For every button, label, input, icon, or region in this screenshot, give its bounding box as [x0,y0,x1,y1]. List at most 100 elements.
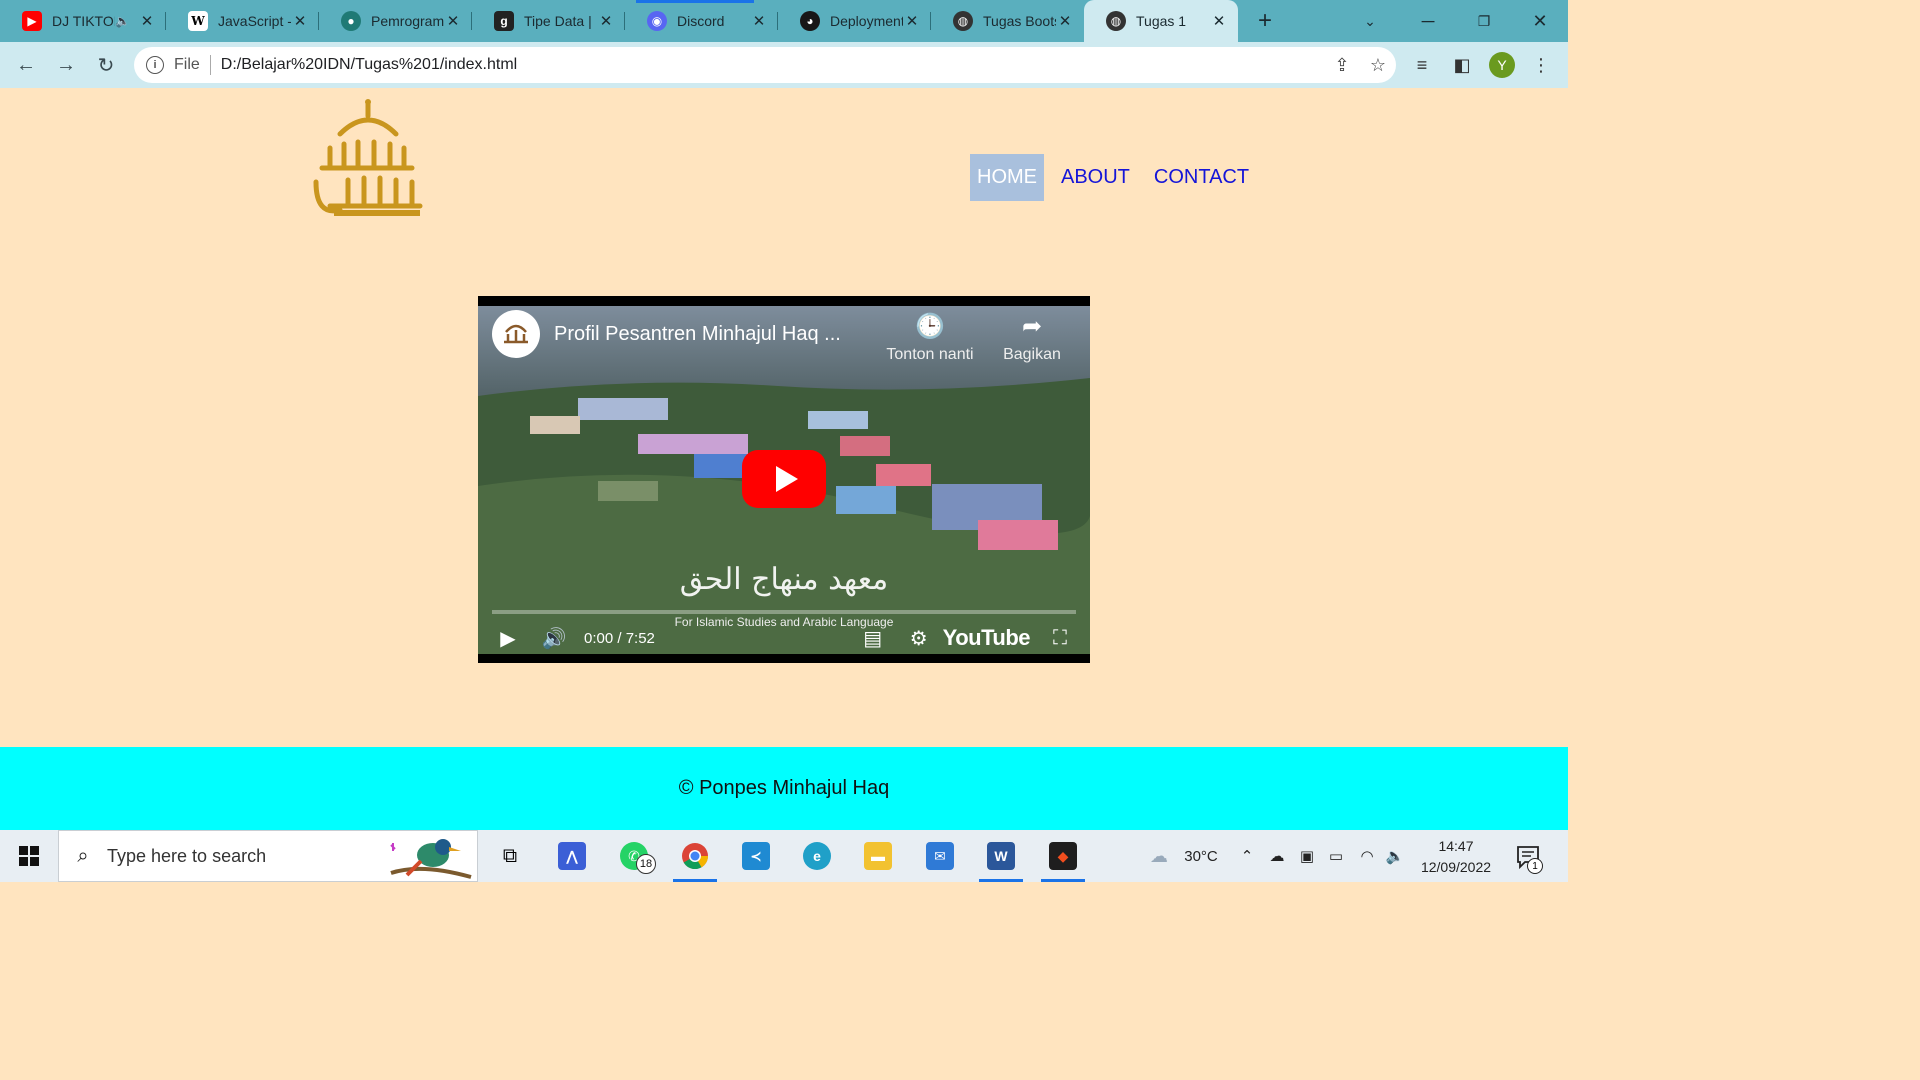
profile-avatar[interactable]: Y [1489,52,1515,78]
subtitles-icon[interactable]: ▤ [857,626,889,651]
globe-icon: ◍ [1106,11,1126,31]
globe-icon: ◍ [953,11,973,31]
web-page: HOME ABOUT CONTACT Profil Pesantren Minh… [0,88,1568,830]
start-button[interactable] [0,830,58,882]
side-panel-icon[interactable]: ◧ [1444,42,1480,88]
tab-dj-tiktok[interactable]: ▶ DJ TIKTOK 🔈 ✕ [0,0,166,42]
share-arrow-icon: ➦ [1021,313,1043,340]
meet-now-icon[interactable]: ▣ [1294,830,1320,882]
nav-contact-link[interactable]: CONTACT [1147,154,1256,201]
footer-copyright: © Ponpes Minhajul Haq [678,777,890,799]
close-tab-icon[interactable]: ✕ [750,12,768,30]
back-icon[interactable]: ← [8,42,44,88]
youtube-embed[interactable]: Profil Pesantren Minhajul Haq ... 🕒 Tont… [478,296,1090,663]
battery-icon[interactable]: ▭ [1322,830,1350,882]
figma-app-icon[interactable]: ◆ [1035,830,1091,882]
search-placeholder: Type here to search [107,845,267,866]
close-tab-icon[interactable]: ✕ [903,12,921,30]
tab-title: JavaScript - Wikipedia [218,13,291,29]
progress-bar[interactable] [492,610,1076,614]
github-icon: ◕ [800,11,820,31]
tab-search-chevron-icon[interactable]: ⌄ [1352,0,1388,42]
channel-logo-icon [504,324,528,344]
mail-app-icon[interactable]: ✉ [912,830,968,882]
tab-deployment[interactable]: ◕ Deployment ✕ [778,0,931,42]
forward-icon[interactable]: → [48,42,84,88]
whatsapp-app-icon[interactable]: ✆ 18 [606,830,662,882]
volume-tray-icon[interactable]: 🔈 [1382,830,1408,882]
youtube-logo[interactable]: YouTube [943,625,1031,651]
task-view-icon[interactable]: ⧉ [482,830,538,882]
menu-kebab-icon[interactable]: ⋮ [1523,42,1559,88]
browser-toolbar: ← → ↻ i File D:/Belajar%20IDN/Tugas%201/… [0,42,1568,88]
close-tab-icon[interactable]: ✕ [1210,12,1228,30]
weather-cloud-icon[interactable]: ☁ [1142,830,1176,882]
main-navigation: HOME ABOUT CONTACT [970,154,1266,201]
play-button[interactable] [742,450,826,508]
share-label: Bagikan [1003,346,1061,363]
wikipedia-icon: W [188,11,208,31]
tab-javascript[interactable]: W JavaScript - Wikipedia ✕ [166,0,319,42]
tab-tipe-data[interactable]: g Tipe Data | ✕ [472,0,625,42]
tab-tugas-1[interactable]: ◍ Tugas 1 ✕ [1084,0,1238,42]
nav-home-link[interactable]: HOME [970,154,1044,201]
settings-gear-icon[interactable]: ⚙ [903,626,935,651]
discord-icon: ◉ [647,11,667,31]
url-text[interactable]: D:/Belajar%20IDN/Tugas%201/index.html [221,56,1324,74]
clock-time: 14:47 [1438,838,1474,854]
speaker-icon[interactable]: 🔈 [115,14,130,28]
volume-icon[interactable]: 🔊 [538,626,570,651]
tab-pemrograman[interactable]: ● Pemrograman ✕ [319,0,472,42]
chrome-app-icon[interactable] [667,830,723,882]
taskbar-search[interactable]: ⌕ Type here to search [58,830,478,882]
share-icon[interactable]: ⇪ [1324,55,1360,76]
reload-icon[interactable]: ↻ [88,42,124,88]
tab-title: Tugas 1 [1136,13,1187,29]
video-title[interactable]: Profil Pesantren Minhajul Haq ... [554,323,841,346]
vscode-app-icon[interactable]: ≺ [728,830,784,882]
tab-title: Tipe Data | [524,13,592,29]
tab-discord[interactable]: ◉ Discord ✕ [625,0,778,42]
show-hidden-icons-chevron-icon[interactable]: ⌃ [1236,830,1258,882]
close-tab-icon[interactable]: ✕ [138,12,156,30]
channel-avatar[interactable] [492,310,540,358]
system-clock[interactable]: 14:47 12/09/2022 [1410,836,1502,878]
site-logo[interactable] [300,98,430,222]
watch-later-button[interactable]: 🕒 Tonton nanti [882,312,978,364]
weather-temperature[interactable]: 30°C [1178,830,1224,882]
word-app-icon[interactable]: W [973,830,1029,882]
time-display: 0:00 / 7:52 [584,629,655,647]
play-icon[interactable]: ▶ [492,626,524,651]
visual-studio-app-icon[interactable]: ⋀ [544,830,600,882]
file-explorer-app-icon[interactable]: ▬ [850,830,906,882]
divider [209,55,211,75]
close-tab-icon[interactable]: ✕ [291,12,309,30]
tab-title: DJ TIKTOK [52,13,115,29]
new-tab-button[interactable]: + [1248,0,1282,42]
search-icon: ⌕ [77,844,89,867]
onedrive-error-icon[interactable]: ☁ [1264,830,1290,882]
bookmark-star-icon[interactable]: ☆ [1360,55,1396,76]
info-icon[interactable]: i [146,56,164,74]
tab-tugas-bootstrap[interactable]: ◍ Tugas Bootstrap ✕ [931,0,1084,42]
video-controls: ▶ 🔊 0:00 / 7:52 ▤ ⚙ YouTube ⛶ [478,622,1090,654]
restore-icon[interactable]: ❐ [1464,0,1504,42]
tab-title: Discord [677,13,725,29]
fullscreen-icon[interactable]: ⛶ [1044,627,1076,650]
close-tab-icon[interactable]: ✕ [444,12,462,30]
close-tab-icon[interactable]: ✕ [1056,12,1074,30]
nav-about-link[interactable]: ABOUT [1054,154,1137,201]
share-button[interactable]: ➦ Bagikan [994,312,1070,364]
address-bar[interactable]: i File D:/Belajar%20IDN/Tugas%201/index.… [134,47,1396,83]
minimize-icon[interactable]: ─ [1408,0,1448,42]
close-tab-icon[interactable]: ✕ [597,12,615,30]
chrome-logo-icon [682,843,709,870]
watch-later-label: Tonton nanti [886,346,974,363]
edge-app-icon[interactable]: e [789,830,845,882]
tab-title: Pemrograman [371,13,444,29]
close-window-icon[interactable]: ✕ [1520,0,1560,42]
reading-list-icon[interactable]: ≡ [1404,42,1440,88]
wifi-icon[interactable]: ◠ [1354,830,1380,882]
tab-title: Tugas Bootstrap [983,13,1056,29]
whatsapp-unread-badge: 18 [636,854,656,874]
